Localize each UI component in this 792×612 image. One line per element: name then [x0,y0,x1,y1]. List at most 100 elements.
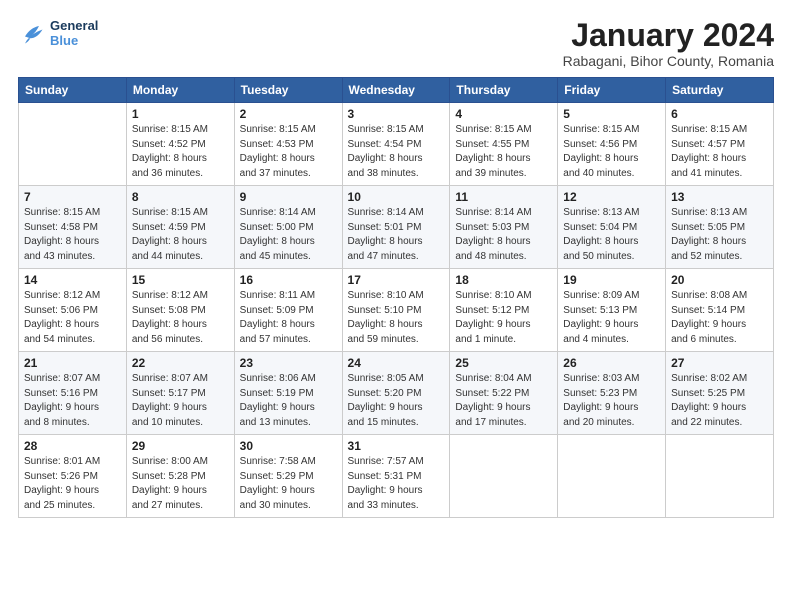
calendar-subtitle: Rabagani, Bihor County, Romania [563,53,774,69]
day-info: Sunrise: 8:11 AM Sunset: 5:09 PM Dayligh… [240,289,337,347]
day-info: Sunrise: 8:07 AM Sunset: 5:16 PM Dayligh… [24,372,121,430]
col-friday: Friday [558,78,666,103]
day-info: Sunrise: 8:15 AM Sunset: 4:53 PM Dayligh… [240,123,337,181]
calendar-body: 1 Sunrise: 8:15 AM Sunset: 4:52 PM Daylig… [19,103,774,518]
day-number: 28 [24,439,121,453]
calendar-cell: 14Sunrise: 8:12 AM Sunset: 5:06 PM Dayli… [19,269,127,352]
col-thursday: Thursday [450,78,558,103]
calendar-cell [19,103,127,186]
calendar-cell: 20 Sunrise: 8:08 AM Sunset: 5:14 PM Dayli… [666,269,774,352]
day-number: 18 [455,273,552,287]
col-saturday: Saturday [666,78,774,103]
day-number: 11 [455,190,552,204]
day-info: Sunrise: 8:00 AM Sunset: 5:28 PM Dayligh… [132,455,229,513]
day-number: 7 [24,190,121,204]
day-number: 12 [563,190,660,204]
day-number: 16 [240,273,337,287]
day-number: 5 [563,107,660,121]
day-info: Sunrise: 8:15 AM Sunset: 4:56 PM Dayligh… [563,123,660,181]
calendar-cell: 19 Sunrise: 8:09 AM Sunset: 5:13 PM Dayli… [558,269,666,352]
col-tuesday: Tuesday [234,78,342,103]
day-number: 26 [563,356,660,370]
calendar-cell: 17Sunrise: 8:10 AM Sunset: 5:10 PM Dayli… [342,269,450,352]
day-info: Sunrise: 7:57 AM Sunset: 5:31 PM Dayligh… [348,455,445,513]
calendar-table: Sunday Monday Tuesday Wednesday Thursday… [18,77,774,518]
day-number: 30 [240,439,337,453]
day-number: 17 [348,273,445,287]
day-info: Sunrise: 8:05 AM Sunset: 5:20 PM Dayligh… [348,372,445,430]
calendar-cell: 13Sunrise: 8:13 AM Sunset: 5:05 PM Dayli… [666,186,774,269]
day-info: Sunrise: 8:15 AM Sunset: 4:52 PM Dayligh… [132,123,229,181]
calendar-cell: 6 Sunrise: 8:15 AM Sunset: 4:57 PM Daylig… [666,103,774,186]
calendar-week-3: 14Sunrise: 8:12 AM Sunset: 5:06 PM Dayli… [19,269,774,352]
calendar-week-2: 7 Sunrise: 8:15 AM Sunset: 4:58 PM Daylig… [19,186,774,269]
calendar-cell: 21 Sunrise: 8:07 AM Sunset: 5:16 PM Dayli… [19,352,127,435]
day-info: Sunrise: 8:15 AM Sunset: 4:54 PM Dayligh… [348,123,445,181]
calendar-cell [666,435,774,518]
day-info: Sunrise: 8:08 AM Sunset: 5:14 PM Dayligh… [671,289,768,347]
day-info: Sunrise: 8:14 AM Sunset: 5:00 PM Dayligh… [240,206,337,264]
day-info: Sunrise: 8:02 AM Sunset: 5:25 PM Dayligh… [671,372,768,430]
weekday-row: Sunday Monday Tuesday Wednesday Thursday… [19,78,774,103]
calendar-week-5: 28Sunrise: 8:01 AM Sunset: 5:26 PM Dayli… [19,435,774,518]
col-wednesday: Wednesday [342,78,450,103]
day-info: Sunrise: 8:15 AM Sunset: 4:59 PM Dayligh… [132,206,229,264]
logo: General Blue [18,18,98,48]
day-number: 23 [240,356,337,370]
calendar-cell: 1 Sunrise: 8:15 AM Sunset: 4:52 PM Daylig… [126,103,234,186]
header: General Blue January 2024 Rabagani, Biho… [18,18,774,69]
calendar-cell: 31Sunrise: 7:57 AM Sunset: 5:31 PM Dayli… [342,435,450,518]
day-info: Sunrise: 8:04 AM Sunset: 5:22 PM Dayligh… [455,372,552,430]
calendar-cell: 11 Sunrise: 8:14 AM Sunset: 5:03 PM Dayli… [450,186,558,269]
calendar-title: January 2024 [563,18,774,53]
calendar-cell: 9 Sunrise: 8:14 AM Sunset: 5:00 PM Daylig… [234,186,342,269]
day-number: 4 [455,107,552,121]
calendar-cell: 12 Sunrise: 8:13 AM Sunset: 5:04 PM Dayli… [558,186,666,269]
calendar-cell: 30 Sunrise: 7:58 AM Sunset: 5:29 PM Dayli… [234,435,342,518]
day-number: 14 [24,273,121,287]
calendar-cell: 16 Sunrise: 8:11 AM Sunset: 5:09 PM Dayli… [234,269,342,352]
day-info: Sunrise: 7:58 AM Sunset: 5:29 PM Dayligh… [240,455,337,513]
day-number: 2 [240,107,337,121]
calendar-week-4: 21 Sunrise: 8:07 AM Sunset: 5:16 PM Dayli… [19,352,774,435]
calendar-cell: 25 Sunrise: 8:04 AM Sunset: 5:22 PM Dayli… [450,352,558,435]
calendar-header: Sunday Monday Tuesday Wednesday Thursday… [19,78,774,103]
day-info: Sunrise: 8:14 AM Sunset: 5:01 PM Dayligh… [348,206,445,264]
calendar-cell: 4Sunrise: 8:15 AM Sunset: 4:55 PM Daylig… [450,103,558,186]
calendar-cell: 7 Sunrise: 8:15 AM Sunset: 4:58 PM Daylig… [19,186,127,269]
day-number: 21 [24,356,121,370]
day-number: 6 [671,107,768,121]
calendar-cell: 10Sunrise: 8:14 AM Sunset: 5:01 PM Dayli… [342,186,450,269]
calendar-cell: 29Sunrise: 8:00 AM Sunset: 5:28 PM Dayli… [126,435,234,518]
day-number: 20 [671,273,768,287]
day-number: 19 [563,273,660,287]
page: General Blue January 2024 Rabagani, Biho… [0,0,792,612]
day-info: Sunrise: 8:15 AM Sunset: 4:57 PM Dayligh… [671,123,768,181]
day-number: 25 [455,356,552,370]
day-info: Sunrise: 8:03 AM Sunset: 5:23 PM Dayligh… [563,372,660,430]
logo-text: General Blue [50,18,98,48]
day-info: Sunrise: 8:10 AM Sunset: 5:12 PM Dayligh… [455,289,552,347]
day-info: Sunrise: 8:15 AM Sunset: 4:58 PM Dayligh… [24,206,121,264]
day-number: 9 [240,190,337,204]
title-block: January 2024 Rabagani, Bihor County, Rom… [563,18,774,69]
day-info: Sunrise: 8:06 AM Sunset: 5:19 PM Dayligh… [240,372,337,430]
calendar-cell: 22 Sunrise: 8:07 AM Sunset: 5:17 PM Dayli… [126,352,234,435]
day-number: 15 [132,273,229,287]
calendar-cell: 5 Sunrise: 8:15 AM Sunset: 4:56 PM Daylig… [558,103,666,186]
col-monday: Monday [126,78,234,103]
day-info: Sunrise: 8:13 AM Sunset: 5:05 PM Dayligh… [671,206,768,264]
day-number: 1 [132,107,229,121]
day-info: Sunrise: 8:14 AM Sunset: 5:03 PM Dayligh… [455,206,552,264]
calendar-cell: 28Sunrise: 8:01 AM Sunset: 5:26 PM Dayli… [19,435,127,518]
col-sunday: Sunday [19,78,127,103]
day-info: Sunrise: 8:12 AM Sunset: 5:08 PM Dayligh… [132,289,229,347]
day-number: 8 [132,190,229,204]
day-number: 22 [132,356,229,370]
calendar-cell: 2 Sunrise: 8:15 AM Sunset: 4:53 PM Daylig… [234,103,342,186]
day-info: Sunrise: 8:09 AM Sunset: 5:13 PM Dayligh… [563,289,660,347]
calendar-cell: 3Sunrise: 8:15 AM Sunset: 4:54 PM Daylig… [342,103,450,186]
day-info: Sunrise: 8:13 AM Sunset: 5:04 PM Dayligh… [563,206,660,264]
calendar-week-1: 1 Sunrise: 8:15 AM Sunset: 4:52 PM Daylig… [19,103,774,186]
day-info: Sunrise: 8:07 AM Sunset: 5:17 PM Dayligh… [132,372,229,430]
